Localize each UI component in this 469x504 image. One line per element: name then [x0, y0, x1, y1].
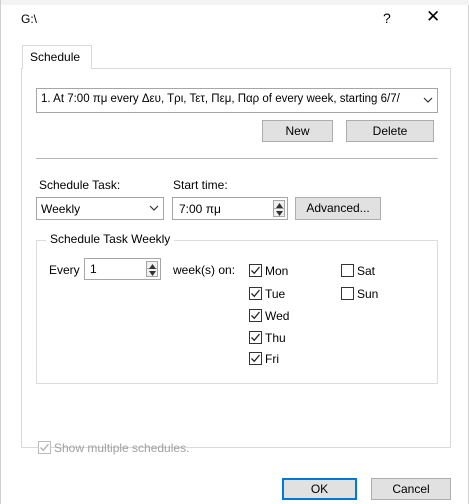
tab-schedule-label: Schedule [30, 50, 81, 64]
advanced-button[interactable]: Advanced... [295, 197, 381, 220]
show-multiple-label: Show multiple schedules. [54, 441, 190, 455]
checkbox-sat-label: Sat [357, 264, 376, 278]
weeks-on-label: week(s) on: [173, 263, 236, 277]
window-title: G:\ [21, 12, 38, 26]
tab-schedule[interactable]: Schedule [22, 45, 92, 69]
checkbox-wed-label: Wed [265, 309, 290, 323]
spin-down-icon[interactable] [147, 269, 157, 276]
separator [36, 158, 438, 159]
checkbox-show-multiple[interactable] [38, 441, 51, 454]
schedule-task-label: Schedule Task: [39, 178, 121, 192]
delete-button[interactable]: Delete [346, 120, 434, 142]
checkbox-sat[interactable] [341, 264, 354, 277]
start-time-spin-buttons[interactable] [273, 200, 285, 217]
checkbox-tue[interactable] [249, 287, 262, 300]
checkbox-wed[interactable] [249, 309, 262, 322]
spin-up-icon[interactable] [147, 262, 157, 269]
every-weeks-spinner[interactable]: 1 [84, 258, 161, 280]
schedule-task-select[interactable]: Weekly [36, 197, 164, 220]
start-time-value: 7:00 πμ [179, 202, 221, 216]
checkbox-thu-label: Thu [265, 331, 286, 345]
checkbox-fri[interactable] [249, 352, 262, 365]
spin-down-icon[interactable] [274, 209, 284, 217]
checkbox-fri-label: Fri [265, 352, 279, 366]
checkbox-mon[interactable] [249, 264, 262, 277]
schedule-select[interactable]: 1. At 7:00 πμ every Δευ, Τρι, Τετ, Πεμ, … [36, 88, 438, 113]
start-time-spinner[interactable]: 7:00 πμ [172, 197, 288, 220]
every-weeks-spin-buttons[interactable] [146, 261, 158, 277]
every-label: Every [49, 263, 80, 277]
chevron-down-icon [149, 205, 159, 212]
schedule-select-value: 1. At 7:00 πμ every Δευ, Τρι, Τετ, Πεμ, … [41, 93, 400, 105]
cancel-button[interactable]: Cancel [371, 478, 451, 500]
checkbox-thu[interactable] [249, 331, 262, 344]
checkbox-sun[interactable] [341, 287, 354, 300]
every-weeks-value: 1 [90, 262, 97, 276]
start-time-label: Start time: [173, 178, 228, 192]
spin-up-icon[interactable] [274, 201, 284, 209]
close-button[interactable]: ✕ [426, 7, 440, 27]
help-button[interactable]: ? [383, 10, 391, 26]
ok-button[interactable]: OK [282, 478, 357, 500]
chevron-down-icon [423, 97, 433, 104]
scheduled-task-dialog: G:\ ? ✕ Schedule 1. At 7:00 πμ every Δευ… [0, 0, 469, 504]
checkbox-tue-label: Tue [265, 287, 286, 301]
new-button[interactable]: New [262, 120, 333, 142]
window-top-edge [1, 0, 469, 5]
group-title: Schedule Task Weekly [46, 232, 175, 246]
checkbox-sun-label: Sun [357, 287, 379, 301]
schedule-task-value: Weekly [41, 202, 81, 216]
checkbox-mon-label: Mon [265, 264, 289, 278]
